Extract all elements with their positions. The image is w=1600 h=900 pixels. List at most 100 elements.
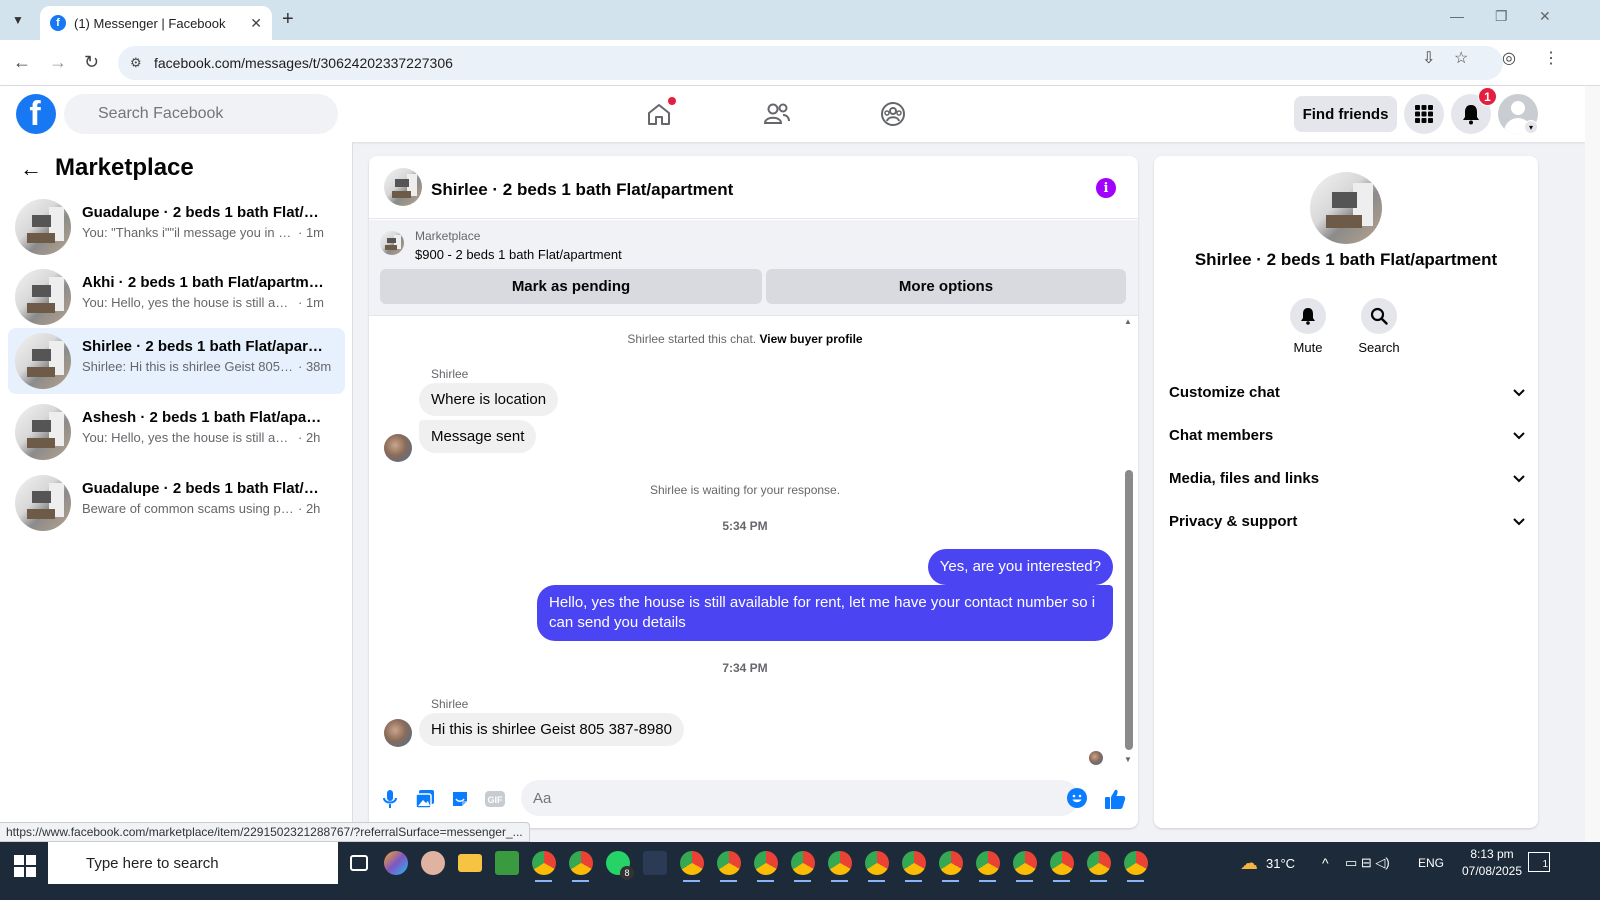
install-app-icon[interactable]: ⇩ — [1422, 48, 1435, 68]
groups-icon[interactable] — [877, 98, 909, 130]
excel-like-app-icon[interactable] — [488, 842, 525, 884]
facebook-search-input[interactable] — [64, 94, 338, 134]
conversation-item[interactable]: Akhi · 2 beds 1 bath Flat/apartment You:… — [8, 264, 345, 330]
forward-icon[interactable]: → — [49, 52, 67, 73]
conversation-snippet: Shirlee: Hi this is shirlee Geist 805 38… — [82, 359, 294, 374]
scroll-down-icon[interactable]: ▼ — [1124, 755, 1132, 764]
privacy-support-section[interactable]: Privacy & support — [1169, 503, 1525, 539]
weather-widget[interactable]: ☁ 31°C — [1240, 842, 1295, 884]
find-friends-button[interactable]: Find friends — [1294, 96, 1397, 132]
menu-dots-icon[interactable]: ⋮ — [1543, 48, 1559, 68]
conversation-item[interactable]: Guadalupe · 2 beds 1 bath Flat/apartment… — [8, 194, 345, 260]
copilot-icon[interactable] — [377, 842, 414, 884]
scroll-up-icon[interactable]: ▲ — [1124, 317, 1132, 326]
task-view-icon[interactable] — [340, 842, 377, 884]
chrome-profile-icon[interactable] — [673, 842, 710, 884]
view-buyer-profile-link[interactable]: View buyer profile — [759, 332, 862, 346]
chrome-profile-icon[interactable] — [969, 842, 1006, 884]
whatsapp-icon[interactable]: 8 — [599, 842, 636, 884]
facebook-favicon-icon: f — [50, 15, 66, 31]
chrome-profile-icon[interactable] — [710, 842, 747, 884]
account-chevron-icon[interactable]: ▾ — [1524, 120, 1538, 134]
conversation-time: · 1m — [298, 295, 324, 310]
sender-avatar[interactable] — [384, 434, 412, 462]
listing-price[interactable]: $900 - 2 beds 1 bath Flat/apartment — [415, 247, 622, 262]
profile-icon[interactable]: ◎ — [1502, 48, 1516, 68]
mark-as-pending-button[interactable]: Mark as pending — [380, 269, 762, 304]
page-scrollbar[interactable] — [1585, 86, 1600, 842]
chrome-profile-icon[interactable] — [1043, 842, 1080, 884]
notification-center-icon[interactable]: 1 — [1528, 852, 1550, 872]
reload-icon[interactable]: ↻ — [84, 52, 99, 73]
search-in-chat-button[interactable]: Search — [1349, 298, 1409, 355]
chat-title[interactable]: Shirlee · 2 beds 1 bath Flat/apartment — [431, 180, 733, 200]
message-scrollbar[interactable]: ▲ ▼ — [1123, 317, 1135, 769]
windows-start-icon[interactable] — [14, 855, 36, 877]
tab-search-chevron-icon[interactable]: ▼ — [6, 8, 30, 32]
outgoing-message[interactable]: Hello, yes the house is still available … — [537, 585, 1113, 641]
incoming-message[interactable]: Where is location — [419, 383, 559, 416]
chrome-icon[interactable] — [525, 842, 562, 884]
outgoing-message[interactable]: Yes, are you interested? — [927, 549, 1113, 585]
chat-info-panel: Shirlee · 2 beds 1 bath Flat/apartment M… — [1154, 156, 1538, 828]
emoji-icon[interactable] — [1067, 788, 1087, 808]
sender-avatar[interactable] — [384, 719, 412, 747]
chrome-profile-icon[interactable] — [1117, 842, 1154, 884]
chrome-profile-icon[interactable] — [784, 842, 821, 884]
sticker-icon[interactable] — [449, 788, 471, 810]
chat-listing-thumbnail[interactable] — [384, 168, 422, 206]
more-options-button[interactable]: More options — [766, 269, 1126, 304]
chrome-profile-icon[interactable] — [562, 842, 599, 884]
site-info-icon[interactable]: ⚙ — [130, 55, 142, 71]
browser-tab[interactable]: f (1) Messenger | Facebook ✕ — [40, 6, 272, 40]
tab-close-icon[interactable]: ✕ — [250, 15, 262, 32]
back-icon[interactable]: ← — [13, 52, 31, 73]
taskbar-clock[interactable]: 8:13 pm 07/08/2025 — [1456, 846, 1528, 880]
info-listing-image[interactable] — [1310, 172, 1382, 244]
conversation-item-active[interactable]: Shirlee · 2 beds 1 bath Flat/apartment S… — [8, 328, 345, 394]
conversation-item[interactable]: Ashesh · 2 beds 1 bath Flat/apartment Yo… — [8, 399, 345, 465]
chrome-profile-icon[interactable] — [895, 842, 932, 884]
friends-icon[interactable] — [761, 98, 793, 130]
terminal-icon[interactable] — [636, 842, 673, 884]
chevron-down-icon — [1513, 428, 1525, 443]
taskbar-search-box[interactable]: Type here to search — [48, 842, 338, 884]
tray-icons[interactable]: ▭ ⊟ ◁) — [1345, 842, 1390, 884]
bookmark-star-icon[interactable]: ☆ — [1454, 48, 1468, 68]
chat-members-section[interactable]: Chat members — [1169, 417, 1525, 453]
like-thumb-icon[interactable] — [1104, 788, 1126, 810]
minimize-icon[interactable]: — — [1450, 8, 1464, 24]
chrome-profile-icon[interactable] — [1006, 842, 1043, 884]
chrome-profile-icon[interactable] — [821, 842, 858, 884]
customize-chat-section[interactable]: Customize chat — [1169, 374, 1525, 410]
new-tab-icon[interactable]: + — [282, 8, 294, 31]
close-window-icon[interactable]: ✕ — [1539, 8, 1551, 25]
chrome-profile-icon[interactable] — [932, 842, 969, 884]
input-language[interactable]: ENG — [1418, 842, 1444, 884]
info-icon[interactable]: i — [1096, 178, 1116, 198]
media-files-links-section[interactable]: Media, files and links — [1169, 460, 1525, 496]
file-explorer-icon[interactable] — [451, 842, 488, 884]
facebook-logo-icon[interactable]: f — [16, 94, 56, 134]
incoming-message[interactable]: Message sent — [419, 420, 537, 453]
menu-grid-icon[interactable] — [1404, 94, 1444, 134]
paint-icon[interactable] — [414, 842, 451, 884]
chrome-profile-icon[interactable] — [747, 842, 784, 884]
gif-icon[interactable]: GIF — [484, 788, 506, 810]
address-bar[interactable]: ⚙ facebook.com/messages/t/30624202337227… — [118, 46, 1503, 80]
tray-chevron-icon[interactable]: ^ — [1322, 842, 1329, 884]
mute-button[interactable]: Mute — [1278, 298, 1338, 355]
message-input[interactable] — [521, 780, 1079, 816]
scrollbar-thumb[interactable] — [1125, 470, 1133, 750]
home-icon[interactable] — [643, 97, 676, 130]
chat-panel: Shirlee · 2 beds 1 bath Flat/apartment i… — [369, 156, 1138, 828]
chrome-profile-icon[interactable] — [1080, 842, 1117, 884]
photo-icon[interactable] — [414, 788, 436, 810]
listing-small-thumbnail[interactable] — [380, 231, 404, 255]
incoming-message[interactable]: Hi this is shirlee Geist 805 387-8980 — [419, 713, 684, 746]
restore-icon[interactable]: ❐ — [1495, 8, 1508, 25]
back-arrow-icon[interactable]: ← — [20, 156, 42, 182]
microphone-icon[interactable] — [379, 788, 401, 810]
conversation-item[interactable]: Guadalupe · 2 beds 1 bath Flat/apartment… — [8, 470, 345, 536]
chrome-profile-icon[interactable] — [858, 842, 895, 884]
